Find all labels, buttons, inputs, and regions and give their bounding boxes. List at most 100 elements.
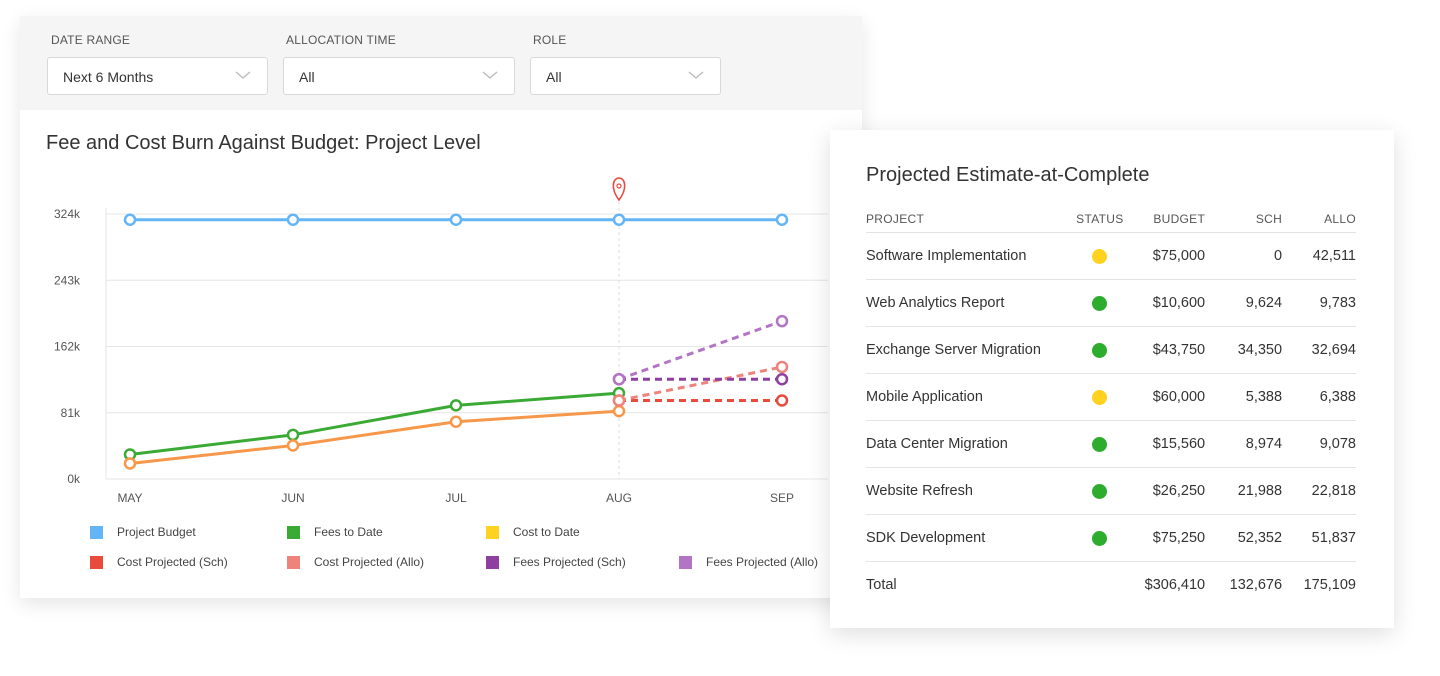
location-pin-icon [612, 177, 626, 202]
burn-line-chart: 0k 81k 162k 243k 324k MAY JUN JUL AUG SEP [54, 177, 828, 505]
legend-swatch [287, 556, 300, 569]
project-name[interactable]: Mobile Application [866, 373, 1065, 421]
total-sch: 132,676 [1229, 577, 1283, 593]
total-row: Total $306,410 132,676 175,109 [866, 562, 1356, 609]
legend-label: Cost Projected (Allo) [314, 555, 425, 569]
data-point [123, 213, 137, 226]
data-point [449, 213, 463, 226]
project-name[interactable]: Data Center Migration [866, 420, 1065, 468]
eac-title: Projected Estimate-at-Complete [866, 164, 1150, 186]
y-tick-label: 324k [54, 207, 81, 221]
legend-label: Fees Projected (Sch) [513, 555, 626, 569]
budget-cell: $60,000 [1135, 373, 1206, 421]
chevron-down-icon [482, 71, 498, 79]
chevron-down-icon [235, 71, 251, 79]
column-header-budget[interactable]: BUDGET [1135, 206, 1206, 233]
allo-cell: 42,511 [1282, 232, 1356, 280]
data-point [612, 372, 626, 386]
status-dot-icon [1092, 483, 1108, 499]
column-header-sch[interactable]: SCH [1205, 206, 1283, 233]
select-value: All [299, 69, 315, 85]
role-select[interactable]: All [530, 57, 721, 95]
table-row[interactable]: Data Center Migration $15,560 8,974 9,078 [866, 420, 1356, 468]
sch-cell: 0 [1205, 232, 1283, 280]
data-point [775, 314, 789, 328]
project-name[interactable]: Website Refresh [866, 467, 1065, 515]
data-point [612, 213, 626, 226]
status-dot-icon [1092, 342, 1108, 358]
status-cell [1064, 467, 1136, 515]
table-header-row: PROJECT STATUS BUDGET SCH ALLO [866, 206, 1356, 233]
data-point [775, 360, 789, 374]
location-pin-dot [616, 183, 622, 189]
legend-swatch [679, 556, 692, 569]
data-point [612, 394, 626, 407]
table-row[interactable]: SDK Development $75,250 52,352 51,837 [866, 514, 1356, 562]
sch-cell: 5,388 [1205, 373, 1283, 421]
legend-label: Cost to Date [513, 525, 580, 539]
data-point [775, 213, 789, 226]
legend-swatch [486, 556, 499, 569]
select-value: Next 6 Months [63, 69, 154, 85]
data-point [286, 428, 300, 442]
legend-label: Project Budget [117, 525, 196, 539]
sch-cell: 8,974 [1205, 420, 1283, 468]
status-cell [1064, 562, 1135, 609]
allo-cell: 51,837 [1282, 514, 1356, 562]
data-point [286, 213, 300, 226]
table-row[interactable]: Software Implementation $75,000 0 42,511 [866, 232, 1356, 280]
data-point [123, 457, 137, 470]
budget-cell: $75,000 [1135, 232, 1206, 280]
filter-label: ALLOCATION TIME [286, 33, 396, 47]
x-tick-label: MAY [117, 491, 142, 505]
allo-cell: 6,388 [1282, 373, 1356, 421]
budget-cell: $26,250 [1135, 467, 1206, 515]
burn-chart-card: DATE RANGE Next 6 Months ALLOCATION TIME… [20, 16, 862, 598]
date-range-select[interactable]: Next 6 Months [47, 57, 268, 95]
project-name[interactable]: Software Implementation [866, 232, 1065, 280]
filter-bar: DATE RANGE Next 6 Months ALLOCATION TIME… [20, 16, 862, 110]
budget-cell: $75,250 [1135, 514, 1206, 562]
data-point [775, 394, 789, 407]
legend-swatch [90, 526, 103, 539]
data-point [449, 399, 463, 412]
status-dot-icon [1092, 436, 1108, 452]
data-point [612, 404, 626, 418]
legend-swatch [287, 526, 300, 539]
eac-table: PROJECT STATUS BUDGET SCH ALLO Software … [866, 206, 1356, 608]
filter-label: DATE RANGE [51, 33, 131, 47]
y-tick-label: 0k [67, 472, 81, 486]
table-row[interactable]: Website Refresh $26,250 21,988 22,818 [866, 467, 1356, 515]
x-tick-label: JUN [281, 491, 304, 505]
table-row[interactable]: Exchange Server Migration $43,750 34,350 32… [866, 326, 1356, 374]
table-row[interactable]: Mobile Application $60,000 5,388 6,388 [866, 373, 1356, 421]
project-name[interactable]: Exchange Server Migration [866, 326, 1065, 374]
x-tick-label: JUL [445, 491, 467, 505]
x-tick-label: AUG [606, 491, 632, 505]
legend-swatch [90, 556, 103, 569]
budget-cell: $15,560 [1135, 420, 1206, 468]
allo-cell: 9,783 [1282, 279, 1356, 327]
total-label: Total [866, 577, 897, 593]
data-point [286, 439, 300, 452]
column-header-project[interactable]: PROJECT [866, 206, 1065, 233]
legend-swatch [486, 526, 499, 539]
sch-cell: 34,350 [1205, 326, 1283, 374]
legend-label: Cost Projected (Sch) [117, 555, 228, 569]
status-dot-icon [1092, 295, 1108, 311]
filter-label: ROLE [533, 33, 567, 47]
data-point [449, 415, 463, 428]
status-cell [1064, 326, 1136, 374]
column-header-allo[interactable]: ALLO [1282, 206, 1356, 233]
project-name[interactable]: SDK Development [866, 514, 1065, 562]
series-line-fees-projected-allo- [618, 319, 783, 381]
budget-cell: $43,750 [1135, 326, 1206, 374]
column-header-status[interactable]: STATUS [1064, 206, 1136, 233]
table-row[interactable]: Web Analytics Report $10,600 9,624 9,783 [866, 279, 1356, 327]
chart-title: Fee and Cost Burn Against Budget: Projec… [46, 132, 481, 154]
select-value: All [546, 69, 562, 85]
allocation-time-select[interactable]: All [283, 57, 515, 95]
project-name[interactable]: Web Analytics Report [866, 279, 1065, 327]
sch-cell: 9,624 [1205, 279, 1283, 327]
y-tick-label: 81k [61, 406, 81, 420]
